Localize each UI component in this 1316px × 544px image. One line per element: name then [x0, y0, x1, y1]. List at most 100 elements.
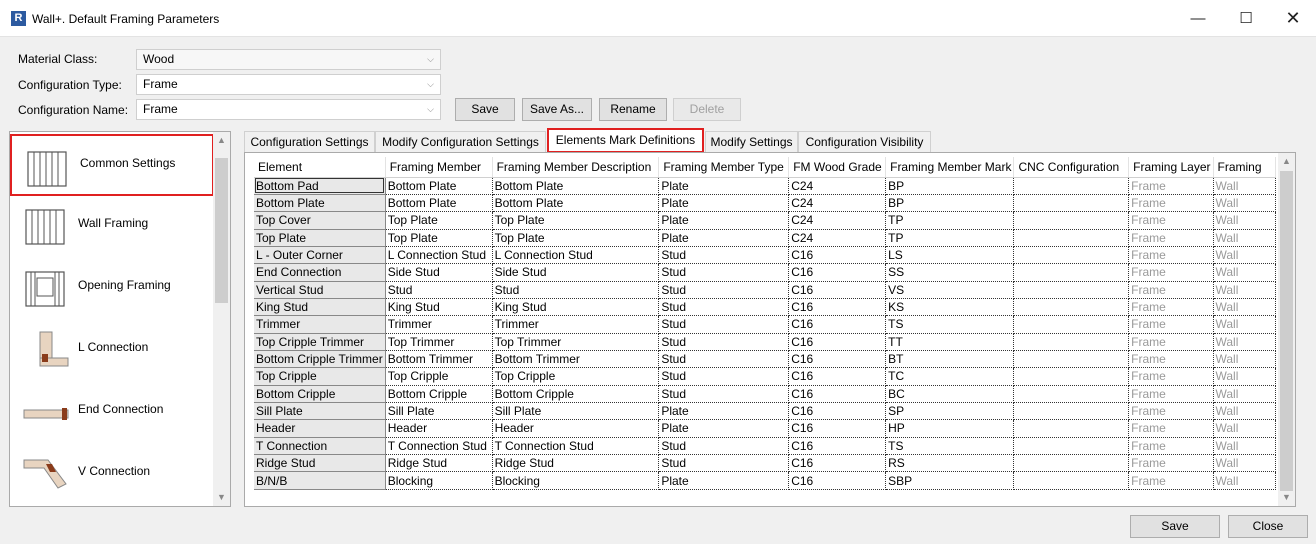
table-cell[interactable]: SBP	[885, 471, 1015, 490]
sidebar-item-common-settings[interactable]: Common Settings	[10, 134, 214, 196]
table-cell[interactable]: Plate	[658, 402, 790, 421]
table-cell[interactable]: Wall	[1213, 367, 1276, 386]
table-cell[interactable]: Top Plate	[492, 211, 660, 230]
table-cell[interactable]: C24	[788, 194, 887, 213]
table-cell[interactable]: BC	[885, 385, 1015, 403]
table-row[interactable]: L - Outer Corner L Connection Stud L Conne…	[254, 246, 1276, 265]
table-cell[interactable]: Wall	[1213, 246, 1276, 265]
table-cell[interactable]: Stud	[658, 298, 790, 317]
table-cell[interactable]	[1013, 454, 1130, 473]
save-as-button[interactable]: Save As...	[522, 98, 592, 121]
save-button[interactable]: Save	[1130, 515, 1220, 538]
table-row[interactable]: Trimmer Trimmer Trimmer Stud C16 TS Frame Wall	[254, 315, 1276, 334]
table-cell[interactable]: Wall	[1213, 454, 1276, 473]
material-class-combo[interactable]: Wood ⌵	[136, 49, 441, 70]
table-cell[interactable]: Top Trimmer	[492, 333, 660, 351]
table-cell[interactable]: Stud	[658, 350, 790, 369]
element-cell[interactable]: Top Cover	[254, 211, 386, 230]
sidebar-item-wall-framing[interactable]: Wall Framing	[10, 194, 214, 256]
table-cell[interactable]: Frame	[1128, 246, 1214, 265]
table-cell[interactable]: Frame	[1128, 350, 1214, 369]
element-cell[interactable]: Trimmer	[254, 315, 386, 334]
table-cell[interactable]: Ridge Stud	[385, 454, 493, 473]
element-cell[interactable]: Bottom Cripple Trimmer	[254, 350, 386, 369]
grid-scrollbar[interactable]: ▲ ▼	[1278, 153, 1295, 506]
table-cell[interactable]: C16	[788, 263, 887, 282]
scrollbar-thumb[interactable]	[215, 158, 228, 303]
table-row[interactable]: Top Cripple Trimmer Top Trimmer Top Trimme…	[254, 333, 1276, 351]
table-row[interactable]: Bottom Cripple Trimmer Bottom Trimmer Bott…	[254, 350, 1276, 369]
table-cell[interactable]: Stud	[658, 454, 790, 473]
table-cell[interactable]: SS	[885, 263, 1015, 282]
table-cell[interactable]: Trimmer	[385, 315, 493, 334]
table-cell[interactable]: Stud	[385, 281, 493, 299]
table-cell[interactable]: Frame	[1128, 333, 1214, 351]
table-cell[interactable]: Wall	[1213, 385, 1276, 403]
table-cell[interactable]: Wall	[1213, 177, 1276, 195]
table-cell[interactable]: Frame	[1128, 419, 1214, 438]
table-cell[interactable]: HP	[885, 419, 1015, 438]
table-cell[interactable]	[1013, 229, 1130, 247]
element-cell[interactable]: Bottom Pad	[254, 177, 386, 195]
element-cell[interactable]: Bottom Cripple	[254, 385, 386, 403]
table-cell[interactable]	[1013, 263, 1130, 282]
table-cell[interactable]	[1013, 177, 1130, 195]
table-cell[interactable]	[1013, 194, 1130, 213]
table-cell[interactable]: Blocking	[385, 471, 493, 490]
table-cell[interactable]: Plate	[658, 471, 790, 490]
table-cell[interactable]: Top Plate	[385, 229, 493, 247]
table-cell[interactable]: L Connection Stud	[492, 246, 660, 265]
table-cell[interactable]: Header	[385, 419, 493, 438]
table-row[interactable]: Ridge Stud Ridge Stud Ridge Stud Stud C16 RS F…	[254, 454, 1276, 473]
table-cell[interactable]: Top Plate	[492, 229, 660, 247]
element-cell[interactable]: Top Cripple	[254, 367, 386, 386]
table-cell[interactable]: King Stud	[385, 298, 493, 317]
table-row[interactable]: Bottom Plate Bottom Plate Bottom Plate Plat…	[254, 194, 1276, 213]
table-cell[interactable]: C16	[788, 437, 887, 456]
table-cell[interactable]: Stud	[658, 263, 790, 282]
save-config-button[interactable]: Save	[455, 98, 515, 121]
table-cell[interactable]: Stud	[658, 246, 790, 265]
scroll-up-icon[interactable]: ▲	[1278, 153, 1295, 170]
table-row[interactable]: End Connection Side Stud Side Stud Stud C16 S…	[254, 263, 1276, 282]
table-cell[interactable]	[1013, 419, 1130, 438]
table-row[interactable]: Top Cover Top Plate Top Plate Plate C24 TP Fra…	[254, 211, 1276, 230]
scrollbar-thumb[interactable]	[1280, 171, 1293, 491]
table-row[interactable]: T Connection T Connection Stud T Connectio…	[254, 437, 1276, 456]
table-cell[interactable]: Frame	[1128, 281, 1214, 299]
table-row[interactable]: Vertical Stud Stud Stud Stud C16 VS Frame Wall	[254, 281, 1276, 299]
table-row[interactable]: Bottom Cripple Bottom Cripple Bottom Cripp…	[254, 385, 1276, 403]
table-cell[interactable]: C16	[788, 419, 887, 438]
table-cell[interactable]: Bottom Trimmer	[492, 350, 660, 369]
table-cell[interactable]: C16	[788, 471, 887, 490]
sidebar-item-l-connection[interactable]: L Connection	[10, 318, 214, 380]
table-row[interactable]: Top Cripple Top Cripple Top Cripple Stud C16…	[254, 367, 1276, 386]
element-cell[interactable]: Vertical Stud	[254, 281, 386, 299]
table-row[interactable]: King Stud King Stud King Stud Stud C16 KS Fram…	[254, 298, 1276, 317]
table-cell[interactable]: Wall	[1213, 333, 1276, 351]
table-cell[interactable]: BT	[885, 350, 1015, 369]
table-cell[interactable]	[1013, 246, 1130, 265]
table-cell[interactable]: Wall	[1213, 281, 1276, 299]
element-cell[interactable]: L - Outer Corner	[254, 246, 386, 265]
table-cell[interactable]: Wall	[1213, 402, 1276, 421]
table-cell[interactable]: Wall	[1213, 194, 1276, 213]
table-cell[interactable]: Wall	[1213, 471, 1276, 490]
table-cell[interactable]: Wall	[1213, 229, 1276, 247]
table-cell[interactable]: C16	[788, 281, 887, 299]
close-window-button[interactable]: ✕	[1270, 0, 1316, 37]
table-row[interactable]: Sill Plate Sill Plate Sill Plate Plate C16 SP…	[254, 402, 1276, 421]
config-name-combo[interactable]: Frame ⌵	[136, 99, 441, 120]
table-cell[interactable]	[1013, 385, 1130, 403]
table-cell[interactable]: Bottom Plate	[385, 194, 493, 213]
table-cell[interactable]: Wall	[1213, 211, 1276, 230]
table-cell[interactable]: TP	[885, 211, 1015, 230]
table-cell[interactable]: Stud	[658, 385, 790, 403]
table-cell[interactable]: Top Plate	[385, 211, 493, 230]
element-cell[interactable]: End Connection	[254, 263, 386, 282]
table-cell[interactable]	[1013, 350, 1130, 369]
column-header[interactable]: Framing	[1213, 157, 1276, 178]
table-cell[interactable]: Frame	[1128, 229, 1214, 247]
table-cell[interactable]: Wall	[1213, 419, 1276, 438]
table-cell[interactable]: VS	[885, 281, 1015, 299]
